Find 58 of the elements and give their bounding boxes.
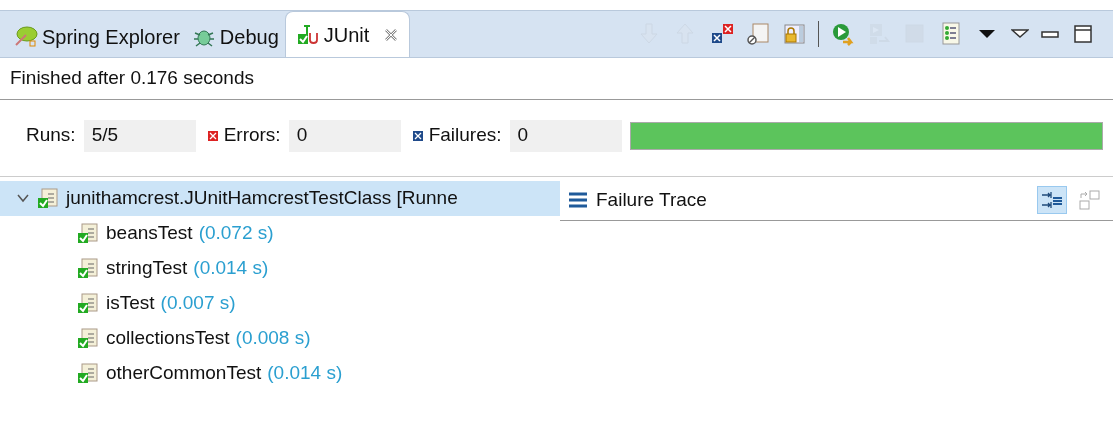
maximize-icon xyxy=(1071,22,1095,46)
test-duration: (0.014 s) xyxy=(267,360,343,385)
error-marks-button[interactable] xyxy=(710,22,734,46)
run-icon xyxy=(831,22,855,46)
menu-icon xyxy=(568,190,588,210)
page-button[interactable] xyxy=(746,22,770,46)
counter-value: 0 xyxy=(509,119,622,152)
filter-stack-icon xyxy=(1040,189,1064,211)
test-suite-icon xyxy=(36,186,60,210)
minimize-button[interactable] xyxy=(1041,30,1059,38)
list-button[interactable] xyxy=(939,22,963,46)
counter-label: Errors: xyxy=(223,123,281,148)
view-menu-icon xyxy=(1011,29,1029,39)
filter-stack-button[interactable] xyxy=(1037,186,1067,214)
test-icon xyxy=(76,291,100,315)
list-icon xyxy=(939,22,963,46)
counter-label: Failures: xyxy=(428,123,502,148)
lock-icon xyxy=(782,22,806,46)
maximize-button[interactable] xyxy=(1071,22,1095,46)
suite-name: junithamcrest.JUnitHamcrestTestClass [Runne xyxy=(66,185,458,210)
test-duration: (0.008 s) xyxy=(235,325,311,350)
minimize-icon xyxy=(1041,30,1059,38)
leaf-icon xyxy=(14,25,38,49)
tree-node[interactable]: beansTest (0.072 s) xyxy=(0,215,560,251)
tree-node[interactable]: stringTest (0.014 s) xyxy=(0,250,560,286)
failure-icon xyxy=(412,130,423,141)
test-icon xyxy=(76,221,100,245)
tree-node[interactable]: isTest (0.007 s) xyxy=(0,285,560,321)
view-tab[interactable]: Spring Explorer xyxy=(8,17,186,57)
counter-label: Runs: xyxy=(26,123,76,148)
status-message: Finished after 0.176 seconds xyxy=(0,58,1113,100)
test-icon xyxy=(76,256,100,280)
tree-node[interactable]: collectionsTest (0.008 s) xyxy=(0,320,560,356)
run-button[interactable] xyxy=(831,22,855,46)
view-tab[interactable]: Debug xyxy=(185,17,285,57)
lock-button[interactable] xyxy=(782,22,806,46)
counter-value: 0 xyxy=(288,119,401,152)
test-icon xyxy=(76,361,100,385)
page-icon xyxy=(746,22,770,46)
test-name: collectionsTest xyxy=(106,325,230,350)
test-name: isTest xyxy=(106,290,155,315)
test-name: beansTest xyxy=(106,220,193,245)
compare-icon xyxy=(1078,189,1102,211)
test-icon xyxy=(76,326,100,350)
test-name: stringTest xyxy=(106,255,188,280)
test-name: otherCommonTest xyxy=(106,360,262,385)
tree-node[interactable]: otherCommonTest (0.014 s) xyxy=(0,355,560,391)
test-duration: (0.072 s) xyxy=(198,220,274,245)
test-result-icon xyxy=(295,22,320,47)
counter-value: 5/5 xyxy=(83,119,196,152)
error-marks-icon xyxy=(710,22,734,46)
panel-title: Failure Trace xyxy=(596,187,707,212)
view-menu-button[interactable] xyxy=(1011,29,1029,39)
error-icon xyxy=(207,130,218,141)
test-duration: (0.014 s) xyxy=(193,255,269,280)
view-tab[interactable]: JUnit xyxy=(284,11,411,57)
test-duration: (0.007 s) xyxy=(160,290,236,315)
tree-node[interactable]: junithamcrest.JUnitHamcrestTestClass [Runne xyxy=(0,180,560,216)
